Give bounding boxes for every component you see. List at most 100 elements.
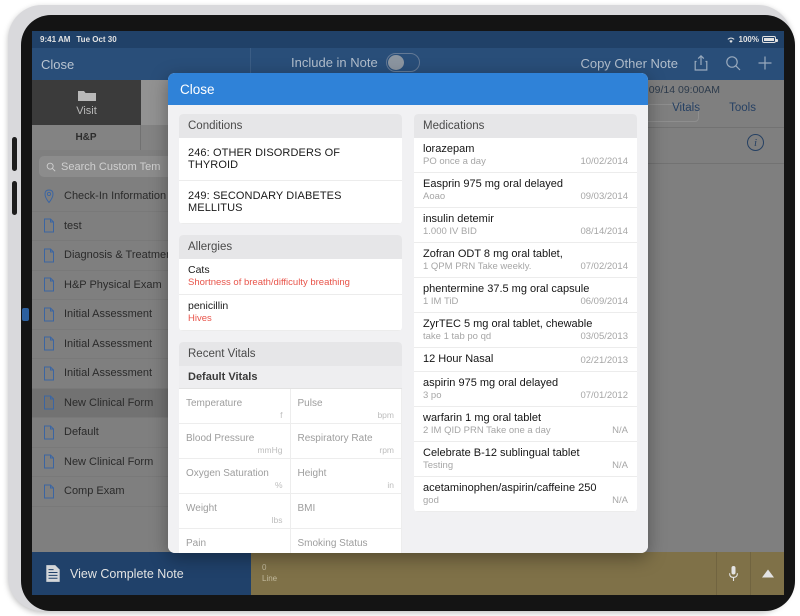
document-icon [44, 454, 54, 469]
line-count-label: Line [262, 573, 278, 583]
default-vitals-grid: Temperature f Pulse bpm Blood Pressure m… [179, 389, 402, 553]
list-item-label: New Clinical Form [64, 455, 154, 468]
modal-left-column: Conditions 246: OTHER DISORDERS OF THYRO… [168, 105, 410, 553]
medication-row[interactable]: 12 Hour Nasal 02/21/2013 [414, 348, 637, 372]
tab-visit[interactable]: Visit [32, 80, 141, 125]
medication-sig: 2 IM QID PRN Take one a day [423, 425, 551, 436]
vital-name: Height [297, 468, 327, 479]
volume-up-button[interactable] [12, 137, 17, 171]
view-complete-note-button[interactable]: View Complete Note [32, 552, 251, 595]
medication-row[interactable]: warfarin 1 mg oral tablet 2 IM QID PRN T… [414, 407, 637, 442]
medication-name: ZyrTEC 5 mg oral tablet, chewable [423, 318, 593, 330]
medication-row[interactable]: acetaminophen/aspirin/caffeine 250 god N… [414, 477, 637, 512]
folder-icon [77, 91, 96, 101]
info-icon[interactable]: i [747, 134, 764, 151]
document-icon [44, 218, 54, 233]
volume-down-button[interactable] [12, 181, 17, 215]
vital-cell[interactable]: Temperature f [179, 389, 291, 424]
device-frame: 9:41 AM Tue Oct 30 100% Close Include in… [8, 5, 795, 611]
plus-icon[interactable] [756, 54, 774, 72]
medication-row[interactable]: Easprin 975 mg oral delayed Aoao 09/03/2… [414, 173, 637, 208]
document-icon [44, 366, 54, 381]
medications-card: Medications lorazepam PO once a day 10/0… [414, 114, 637, 512]
nav-bar-actions: Copy Other Note [580, 54, 774, 72]
search-icon[interactable] [724, 54, 742, 72]
medication-date: 07/01/2012 [580, 390, 628, 401]
vital-unit: f [280, 410, 283, 420]
medication-row[interactable]: Celebrate B-12 sublingual tablet Testing… [414, 442, 637, 477]
medication-date: N/A [612, 425, 628, 436]
view-complete-note-label: View Complete Note [70, 566, 184, 581]
medication-date: 07/02/2014 [580, 261, 628, 272]
vital-unit: rpm [379, 445, 394, 455]
vital-unit: % [274, 480, 283, 490]
document-icon [44, 277, 54, 292]
patient-summary-modal: Close Conditions 246: OTHER DISORDERS OF… [168, 73, 648, 553]
search-placeholder-text: Search Custom Tem [61, 160, 161, 173]
visit-datetime: 09/14 09:00AM [648, 84, 720, 96]
medication-row[interactable]: aspirin 975 mg oral delayed 3 po 07/01/2… [414, 372, 637, 407]
medication-name: lorazepam [423, 143, 475, 155]
list-item-label: Default [64, 426, 99, 439]
microphone-button[interactable] [716, 552, 750, 595]
modal-header: Close [168, 73, 648, 105]
default-vitals-group: Default Vitals [179, 366, 402, 389]
medication-date: 09/03/2014 [580, 191, 628, 202]
medication-row[interactable]: lorazepam PO once a day 10/02/2014 [414, 138, 637, 173]
medication-row[interactable]: insulin detemir 1.000 IV BID 08/14/2014 [414, 208, 637, 243]
vital-unit: in [387, 480, 394, 490]
medication-name: warfarin 1 mg oral tablet [423, 412, 541, 424]
dictation-area[interactable]: 0 Line [251, 552, 784, 595]
vital-cell[interactable]: Pain [179, 529, 291, 553]
allergy-row[interactable]: Cats Shortness of breath/difficulty brea… [179, 259, 402, 295]
vital-cell[interactable]: Respiratory Rate rpm [290, 424, 402, 459]
vital-name: Temperature [186, 398, 243, 409]
vital-name: Pulse [297, 398, 323, 409]
allergy-row[interactable]: penicillin Hives [179, 295, 402, 331]
vital-unit: mmHg [257, 445, 283, 455]
share-icon[interactable] [692, 54, 710, 72]
screen: 9:41 AM Tue Oct 30 100% Close Include in… [32, 31, 784, 595]
medication-name: Easprin 975 mg oral delayed [423, 178, 564, 190]
info-glyph: i [747, 134, 764, 151]
document-icon [44, 484, 54, 499]
status-time: 9:41 AM [40, 35, 71, 44]
medication-row[interactable]: Zofran ODT 8 mg oral tablet, 1 QPM PRN T… [414, 243, 637, 278]
status-date: Tue Oct 30 [76, 35, 117, 44]
allergy-name: Cats [188, 264, 210, 276]
list-item-label: Initial Assessment [64, 308, 153, 321]
vital-cell[interactable]: Weight lbs [179, 494, 291, 529]
condition-row[interactable]: 249: SECONDARY DIABETES MELLITUS [179, 181, 402, 224]
vitals-link[interactable]: Vitals [672, 102, 700, 114]
tools-link[interactable]: Tools [729, 102, 756, 114]
vital-cell[interactable]: Oxygen Saturation % [179, 459, 291, 494]
document-icon [44, 336, 54, 351]
document-icon [44, 307, 54, 322]
medication-date: 02/21/2013 [580, 355, 628, 366]
allergy-name: penicillin [188, 300, 229, 312]
include-in-note-toggle[interactable] [385, 53, 420, 72]
vital-name: BMI [297, 503, 316, 514]
modal-close-button[interactable]: Close [180, 82, 215, 97]
vital-cell[interactable]: BMI [290, 494, 402, 529]
allergy-reaction: Shortness of breath/difficulty breathing [188, 277, 350, 288]
vital-cell[interactable]: Blood Pressure mmHg [179, 424, 291, 459]
medication-date: 03/05/2013 [580, 331, 628, 342]
segment-hp[interactable]: H&P [32, 125, 141, 150]
copy-other-note-button[interactable]: Copy Other Note [580, 56, 678, 71]
medication-row[interactable]: ZyrTEC 5 mg oral tablet, chewable take 1… [414, 313, 637, 348]
list-item-label: test [64, 219, 82, 232]
medication-name: acetaminophen/aspirin/caffeine 250 [423, 482, 597, 494]
expand-button[interactable] [750, 552, 784, 595]
condition-row[interactable]: 246: OTHER DISORDERS OF THYROID [179, 138, 402, 181]
vital-cell[interactable]: Height in [290, 459, 402, 494]
document-icon [44, 395, 54, 410]
medication-date: 08/14/2014 [580, 226, 628, 237]
close-button[interactable]: Close [41, 57, 74, 72]
medication-date: 06/09/2014 [580, 296, 628, 307]
list-item-label: New Clinical Form [64, 396, 154, 409]
vital-cell[interactable]: Pulse bpm [290, 389, 402, 424]
medication-row[interactable]: phentermine 37.5 mg oral capsule 1 IM Ti… [414, 278, 637, 313]
vital-cell[interactable]: Smoking Status [291, 529, 402, 553]
allergies-title: Allergies [179, 235, 402, 259]
